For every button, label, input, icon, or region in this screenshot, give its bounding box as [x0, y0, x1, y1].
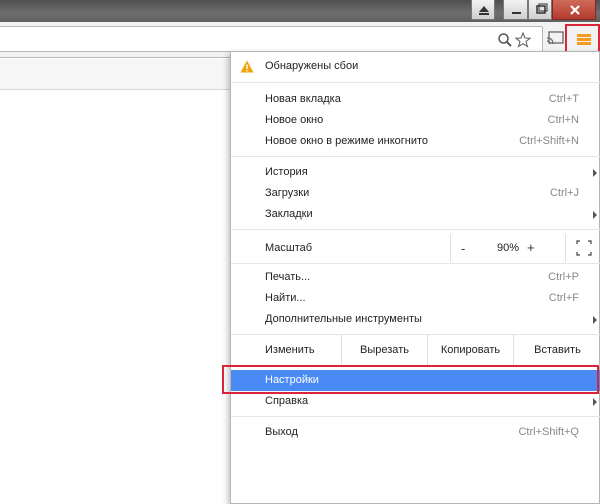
minimize-button[interactable] [503, 0, 528, 20]
submenu-arrow-icon [593, 316, 597, 324]
zoom-label: Масштаб [265, 242, 313, 254]
menu-item-label: Дополнительные инструменты [265, 313, 422, 325]
menu-item-bookmarks[interactable]: Закладки [231, 204, 600, 225]
menu-item-exit[interactable]: Выход Ctrl+Shift+Q [231, 422, 600, 443]
address-bar[interactable] [0, 26, 543, 52]
menu-item-label: Новое окно в режиме инкогнито [265, 135, 429, 147]
menu-separator [231, 156, 600, 157]
star-icon[interactable] [515, 32, 531, 48]
paste-button[interactable]: Вставить [513, 334, 600, 365]
user-button[interactable] [471, 0, 495, 20]
fullscreen-icon [576, 240, 592, 256]
edit-label: Изменить [265, 344, 315, 356]
menu-item-label: Печать... [265, 271, 311, 283]
page-header-area [0, 59, 232, 90]
maximize-button[interactable] [528, 0, 552, 20]
menu-item-downloads[interactable]: Загрузки Ctrl+J [231, 183, 600, 204]
settings-highlight [222, 365, 599, 394]
menu-item-print[interactable]: Печать... Ctrl+P [231, 267, 600, 288]
menu-item-more-tools[interactable]: Дополнительные инструменты [231, 309, 600, 330]
magnifier-icon[interactable] [497, 32, 513, 48]
menu-item-shortcut: Ctrl+Shift+N [519, 135, 579, 147]
menu-item-crash-notice[interactable]: Обнаружены сбои [231, 56, 600, 77]
browser-window: Обнаружены сбои Новая вкладка Ctrl+T Нов… [0, 0, 600, 504]
menu-item-new-incognito-window[interactable]: Новое окно в режиме инкогнито Ctrl+Shift… [231, 131, 600, 152]
menu-item-shortcut: Ctrl+T [548, 93, 579, 105]
submenu-arrow-icon [593, 169, 597, 177]
menu-item-label: Выход [265, 426, 298, 438]
cut-button[interactable]: Вырезать [341, 334, 427, 365]
menu-item-new-window[interactable]: Новое окно Ctrl+N [231, 110, 600, 131]
cast-icon[interactable] [546, 31, 564, 47]
menu-edit-row: Изменить Вырезать Копировать Вставить [231, 334, 600, 365]
menu-item-label: Новая вкладка [265, 93, 341, 105]
menu-item-label: Найти... [265, 292, 306, 304]
menu-item-label: История [265, 166, 308, 178]
menu-item-help[interactable]: Справка [231, 391, 600, 412]
menu-item-shortcut: Ctrl+P [548, 271, 579, 283]
chrome-menu: Обнаружены сбои Новая вкладка Ctrl+T Нов… [230, 51, 600, 504]
close-icon [570, 5, 580, 15]
menu-separator [231, 82, 600, 83]
zoom-in-button[interactable]: + [527, 240, 535, 255]
close-button[interactable] [552, 0, 596, 20]
submenu-arrow-icon [593, 211, 597, 219]
fullscreen-button[interactable] [565, 234, 600, 262]
menu-item-shortcut: Ctrl+F [548, 292, 579, 304]
menu-item-find[interactable]: Найти... Ctrl+F [231, 288, 600, 309]
menu-item-label: Справка [265, 395, 309, 407]
menu-item-label: Закладки [265, 208, 313, 220]
menu-separator [231, 229, 600, 230]
menu-separator [231, 263, 600, 264]
menu-item-label: Загрузки [265, 187, 310, 199]
warning-icon [240, 60, 254, 73]
minimize-icon [512, 12, 521, 14]
menu-separator [231, 416, 600, 417]
copy-button[interactable]: Копировать [427, 334, 513, 365]
menu-item-history[interactable]: История [231, 162, 600, 183]
zoom-control: - 90% + [450, 234, 600, 262]
menu-item-shortcut: Ctrl+J [549, 187, 579, 199]
menu-item-label: Обнаружены сбои [265, 60, 359, 72]
menu-zoom-row: Масштаб - 90% + [231, 234, 600, 262]
menu-item-new-tab[interactable]: Новая вкладка Ctrl+T [231, 89, 600, 110]
title-bar [0, 0, 600, 22]
menu-item-label: Новое окно [265, 114, 324, 126]
zoom-out-button[interactable]: - [461, 241, 465, 256]
menu-item-shortcut: Ctrl+Shift+Q [518, 426, 579, 438]
menu-item-shortcut: Ctrl+N [547, 114, 579, 126]
eject-icon [479, 6, 489, 15]
restore-icon [536, 3, 548, 14]
zoom-level: 90% [496, 242, 520, 254]
submenu-arrow-icon [593, 398, 597, 406]
